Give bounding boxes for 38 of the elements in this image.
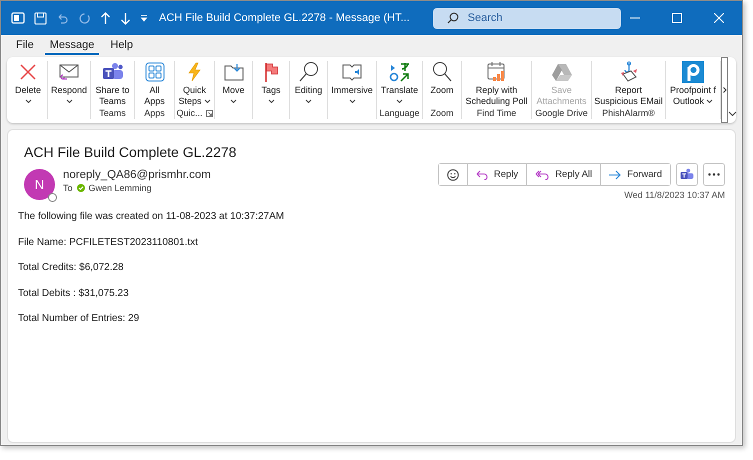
menu-tab[interactable]: Message	[44, 37, 100, 55]
message-subject: ACH File Build Complete GL.2278	[24, 144, 238, 160]
body-text: Total Debits : $31,075.23	[18, 288, 130, 300]
ribbon-button[interactable]: Move	[215, 61, 252, 107]
menu-tab[interactable]: File	[11, 37, 39, 55]
to-label: To	[63, 183, 73, 193]
avatar: N	[24, 169, 55, 200]
group-label: Quic...	[176, 108, 202, 118]
ribbon-button[interactable]: Quick Steps	[175, 61, 214, 107]
ribbon-button[interactable]: Tags	[253, 61, 289, 107]
body-text: Total Number of Entries: 29	[18, 313, 140, 325]
sent-date: Wed 11/8/2023 10:37 AM	[624, 190, 725, 200]
group-label: Teams	[99, 108, 126, 118]
group-label: PhishAlarm®	[602, 108, 655, 118]
ribbon-button[interactable]: Report Suspicious EMail	[592, 61, 665, 107]
ribbon-button[interactable]: Translate	[377, 61, 422, 107]
ribbon-button[interactable]: Proofpoint f Outlook	[666, 61, 720, 107]
group-label: Zoom	[430, 108, 454, 118]
search-field[interactable]: Search	[432, 8, 621, 28]
ribbon-button[interactable]: Editing	[290, 61, 327, 107]
ribbon-button[interactable]: Respond	[48, 61, 90, 107]
group-label: Apps	[144, 108, 165, 118]
window-title: ACH File Build Complete GL.2278 - Message (HT...	[159, 12, 410, 24]
ribbon-button[interactable]: Reply with Scheduling Poll	[462, 61, 531, 107]
group-label: Language	[379, 108, 420, 118]
ribbon-button[interactable]: Zoom	[423, 61, 461, 107]
ribbon-button[interactable]: Share to Teams	[91, 61, 134, 107]
body-text: The following file was created on 11-08-2023 at 10:37:27AM	[18, 211, 286, 223]
recipient-name[interactable]: Gwen Lemming	[88, 183, 152, 193]
body-text: File Name: PCFILETEST2023110801.txt	[18, 236, 199, 248]
group-label: Find Time	[476, 108, 516, 118]
ribbon-button[interactable]: Immersive	[328, 61, 376, 107]
body-text: Total Credits: $6,072.28	[18, 262, 125, 274]
ribbon-button[interactable]: Delete	[9, 61, 47, 107]
sender-address[interactable]: noreply_QA86@prismhr.com	[63, 169, 211, 181]
ribbon-button[interactable]: All Apps	[135, 61, 174, 107]
group-label: Google Drive	[535, 108, 588, 118]
menu-tab[interactable]: Help	[105, 37, 138, 55]
